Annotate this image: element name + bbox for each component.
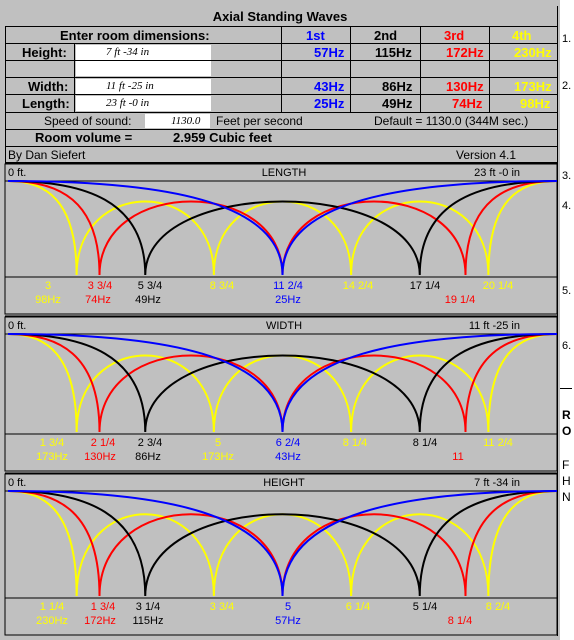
speed-label: Speed of sound: [44, 114, 132, 128]
speed-default: Default = 1130.0 (344M sec.) [374, 114, 529, 128]
length-input[interactable]: 23 ft -0 in [76, 96, 211, 111]
panel-2-node-position: 6 1/4 [346, 601, 370, 613]
panel-2-left-label: 0 ft. [8, 477, 26, 489]
strip-letter-r: R [562, 408, 571, 422]
panel-1-right-label: 11 ft -25 in [469, 320, 520, 332]
panel-0-node-position: 3 [45, 280, 51, 292]
speed-units: Feet per second [216, 114, 303, 128]
panel-0-node-position: 11 2/4 [273, 280, 303, 292]
width-4th-freq: 173Hz [514, 79, 552, 94]
panel-2-node-position: 8 2/4 [486, 601, 510, 613]
height-2nd-freq: 115Hz [375, 45, 412, 60]
panel-0-left-label: 0 ft. [8, 167, 26, 179]
strip-letter-f: F [562, 458, 570, 472]
standing-wave-diagrams: 0 ft. LENGTH 23 ft -0 in 3 3 3/4 5 3/4 8 3/4 11… [4, 162, 558, 636]
panel-1-node-frequency: 86Hz [135, 451, 161, 463]
length-3rd-freq: 74Hz [452, 96, 483, 111]
panel-2-node-position: 1 1/4 [40, 601, 64, 613]
panel-2-node-frequency: 115Hz [133, 615, 164, 627]
panel-2-node-position: 5 1/4 [413, 601, 437, 613]
length-1st-freq: 25Hz [314, 96, 345, 111]
height-3rd-freq: 172Hz [446, 45, 484, 60]
strip-number-4: 4. [562, 200, 572, 212]
panel-1-node-position: 2 1/4 [91, 437, 115, 449]
panel-2-right-label: 7 ft -34 in [474, 477, 520, 489]
panel-2-node-position: 1 3/4 [91, 601, 115, 613]
length-label: Length: [22, 96, 70, 111]
panel-0-node-position: 5 3/4 [138, 280, 162, 292]
height-1st-freq: 57Hz [314, 45, 345, 60]
room-dimensions-header: Enter room dimensions: [60, 28, 210, 43]
panel-2-extra-position: 8 1/4 [448, 615, 472, 627]
panel-1-node-position: 2 3/4 [138, 437, 162, 449]
panel-2-node-frequency: 172Hz [84, 615, 116, 627]
panel-2-node-frequency: 230Hz [36, 615, 68, 627]
panel-1-node-position: 1 3/4 [40, 437, 64, 449]
length-2nd-freq: 49Hz [382, 96, 413, 111]
panel-0-title: LENGTH [262, 167, 307, 179]
panel-1-left-label: 0 ft. [8, 320, 26, 332]
harmonic-header-2nd: 2nd [374, 28, 398, 43]
panel-0-node-position: 17 1/4 [410, 280, 441, 292]
strip-number-2: 2. [562, 80, 572, 92]
strip-number-1: 1. [562, 33, 572, 45]
height-label: Height: [22, 45, 67, 60]
panel-2-node-position: 3 1/4 [136, 601, 160, 613]
width-input[interactable]: 11 ft -25 in [76, 79, 211, 94]
panel-0-node-position: 8 3/4 [210, 280, 234, 292]
height-4th-freq: 230Hz [514, 45, 552, 60]
width-label: Width: [28, 79, 69, 94]
strip-number-6: 6. [562, 340, 572, 352]
panel-1-node-frequency: 130Hz [84, 451, 116, 463]
height-input[interactable]: 7 ft -34 in [76, 45, 211, 60]
panel-2-node-position: 3 3/4 [210, 601, 234, 613]
panel-2-node-frequency: 57Hz [275, 615, 301, 627]
panel-1-node-position: 8 1/4 [343, 437, 367, 449]
panel-0-harmonic-4th-curve [7, 180, 558, 276]
panel-1-node-position: 8 1/4 [413, 437, 437, 449]
panel-1-node-frequency: 43Hz [275, 451, 301, 463]
panel-1-title: WIDTH [266, 320, 302, 332]
volume-label: Room volume = [35, 130, 133, 145]
length-4th-freq: 98Hz [520, 96, 551, 111]
panel-1-harmonic-4th-curve [7, 333, 558, 433]
strip-number-3: 3. [562, 170, 572, 182]
panel-0-node-frequency: 49Hz [135, 294, 161, 306]
panel-2-frame [4, 473, 558, 636]
harmonic-header-3rd: 3rd [444, 28, 465, 43]
panel-1-extra-position: 11 [452, 451, 463, 463]
panel-0-node-frequency: 25Hz [275, 294, 301, 306]
spreadsheet-sheet: Axial Standing Waves Enter room dimensio… [0, 0, 560, 640]
author-credit: By Dan Siefert [8, 148, 86, 162]
panel-1-node-frequency: 173Hz [36, 451, 68, 463]
adjacent-sheet-strip: 1. 2. 3. 4. 5. 6. R O F H N [560, 0, 574, 640]
panel-0-right-label: 23 ft -0 in [474, 167, 520, 179]
panel-0-node-frequency: 98Hz [35, 294, 61, 306]
harmonic-header-1st: 1st [306, 28, 325, 43]
panel-1-node-position: 11 2/4 [483, 437, 513, 449]
panel-0-node-frequency: 74Hz [85, 294, 111, 306]
harmonic-header-4th: 4th [512, 28, 532, 43]
panel-0-extra-position: 19 1/4 [445, 294, 476, 306]
panel-1-node-position: 6 2/4 [276, 437, 300, 449]
panel-1-node-frequency: 173Hz [202, 451, 234, 463]
strip-letter-h: H [562, 474, 571, 488]
speed-input[interactable]: 1130.0 [145, 114, 210, 128]
version-label: Version 4.1 [456, 148, 517, 162]
strip-letter-n: N [562, 490, 571, 504]
volume-value: 2.959 Cubic feet [173, 130, 272, 145]
width-3rd-freq: 130Hz [446, 79, 484, 94]
strip-letter-o: O [562, 424, 572, 438]
width-2nd-freq: 86Hz [382, 79, 413, 94]
panel-2-node-position: 5 [285, 601, 291, 613]
panel-1-node-position: 5 [215, 437, 221, 449]
panel-0-node-position: 20 1/4 [483, 280, 514, 292]
page-title: Axial Standing Waves [212, 9, 348, 24]
panel-0-node-position: 3 3/4 [88, 280, 112, 292]
width-1st-freq: 43Hz [314, 79, 345, 94]
panel-0-node-position: 14 2/4 [343, 280, 374, 292]
strip-number-5: 5. [562, 285, 572, 297]
panel-2-title: HEIGHT [263, 477, 305, 489]
panel-2-harmonic-4th-curve [7, 490, 558, 597]
